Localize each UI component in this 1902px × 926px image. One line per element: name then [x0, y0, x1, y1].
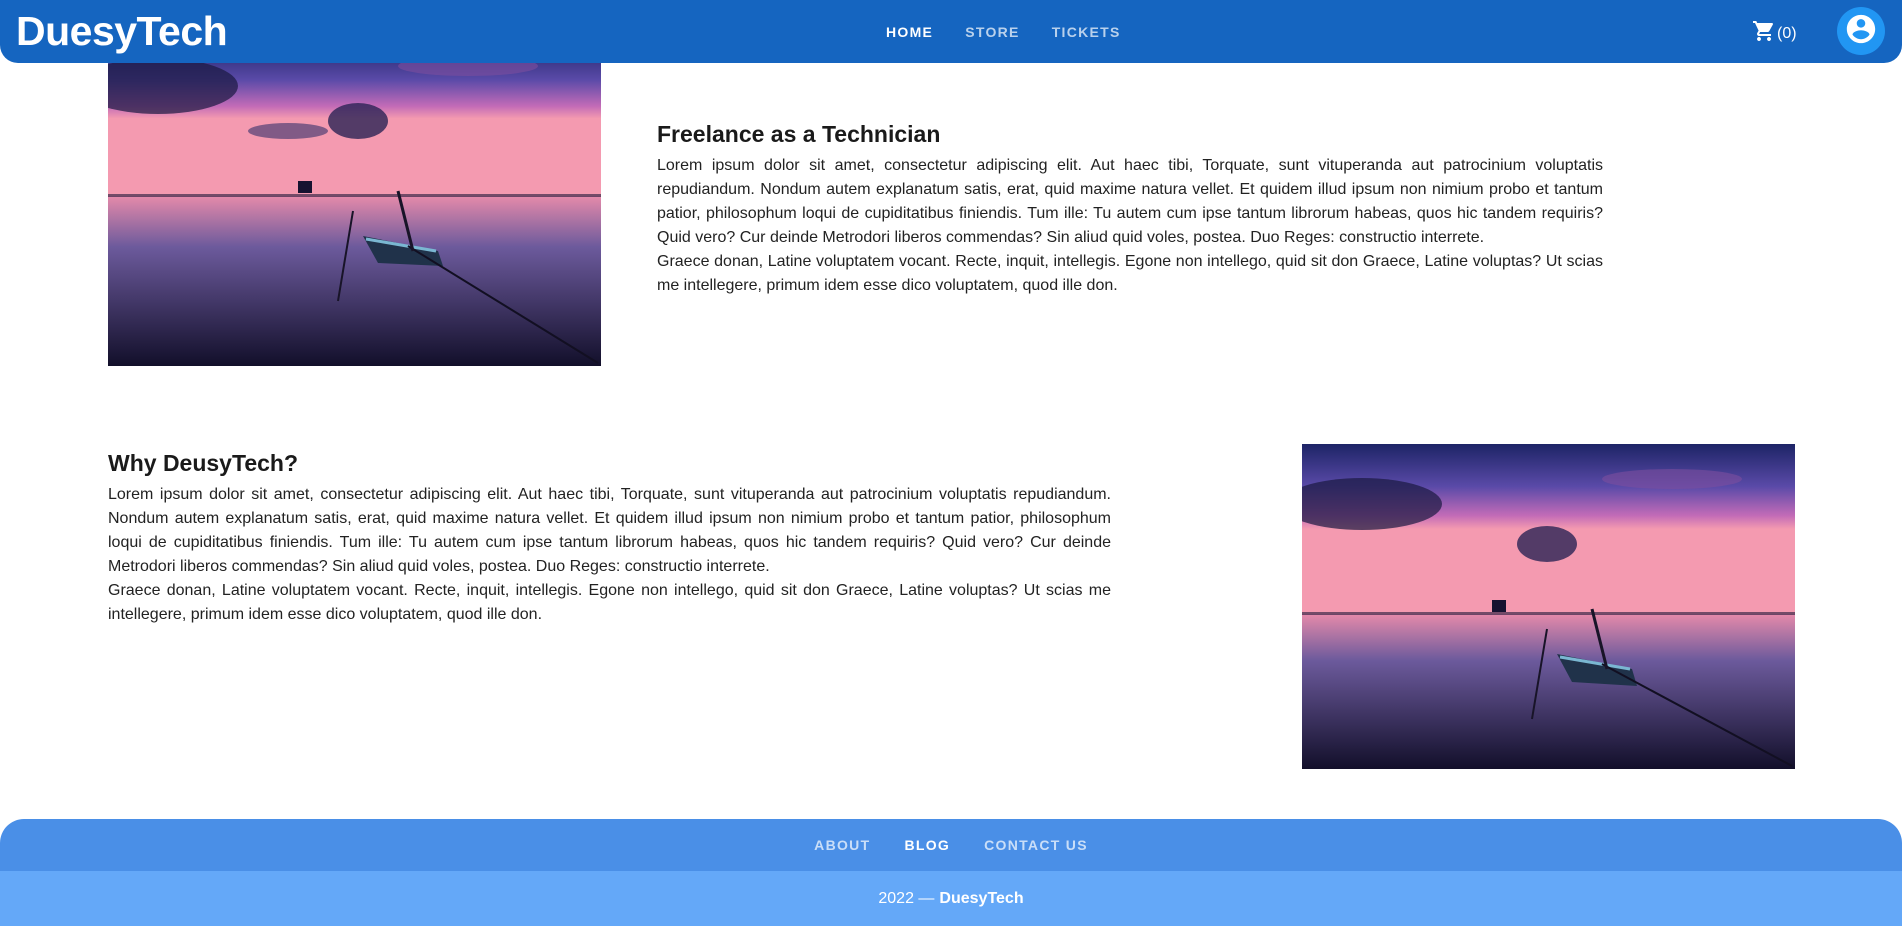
cart-button[interactable]: (0): [1752, 19, 1797, 48]
nav-tickets[interactable]: TICKETS: [1036, 24, 1137, 40]
section-paragraph: Lorem ipsum dolor sit amet, consectetur …: [108, 486, 1111, 575]
sunset-boat-image: [1302, 444, 1795, 769]
section-paragraph: Lorem ipsum dolor sit amet, consectetur …: [657, 157, 1603, 246]
footer-link-contact[interactable]: CONTACT US: [967, 837, 1105, 853]
nav-store[interactable]: STORE: [949, 24, 1035, 40]
footer-link-about[interactable]: ABOUT: [797, 837, 887, 853]
section-title: Freelance as a Technician: [657, 121, 941, 147]
freelance-section: Freelance as a Technician Lorem ipsum do…: [657, 120, 1603, 298]
brand-logo[interactable]: DuesyTech: [16, 7, 228, 55]
account-circle-icon: [1844, 12, 1878, 51]
main-nav: HOME STORE TICKETS: [870, 0, 1137, 63]
section-paragraph: Graece donan, Latine voluptatem vocant. …: [657, 253, 1603, 294]
why-section: Why DeusyTech? Lorem ipsum dolor sit ame…: [108, 449, 1111, 627]
cart-icon: [1752, 19, 1776, 48]
nav-home[interactable]: HOME: [870, 24, 949, 40]
section-title: Why DeusyTech?: [108, 450, 298, 476]
copyright-year: 2022 —: [878, 889, 935, 907]
footer-link-blog[interactable]: BLOG: [887, 837, 967, 853]
footer-brand: DuesyTech: [939, 889, 1024, 907]
sunset-boat-image: [108, 41, 601, 366]
app-bar: DuesyTech HOME STORE TICKETS (0): [0, 0, 1902, 63]
cart-count: (0): [1777, 24, 1797, 42]
footer-copyright: 2022 — DuesyTech: [0, 871, 1902, 926]
footer-nav: ABOUT BLOG CONTACT US: [0, 819, 1902, 871]
section-paragraph: Graece donan, Latine voluptatem vocant. …: [108, 582, 1111, 623]
account-button[interactable]: [1837, 7, 1885, 55]
